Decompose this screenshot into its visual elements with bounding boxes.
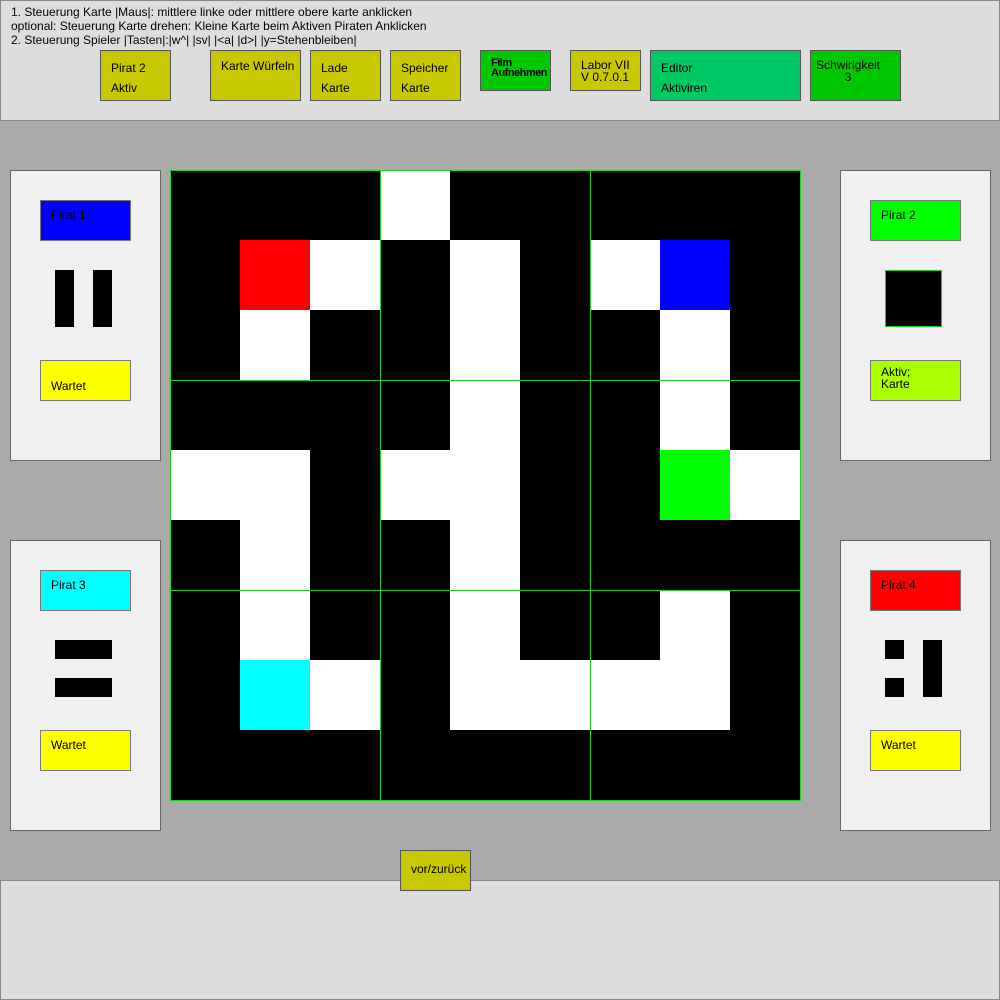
instruction-line-3: 2. Steuerung Spieler |Tasten|:|w^| |sv| … [11,33,357,47]
pirate-3-token [240,660,310,730]
pirate-1-token [660,240,730,310]
path-cell [590,240,660,310]
card-border-horizontal [170,590,801,591]
save-card-button[interactable]: Speicher Karte [390,50,461,101]
editor-activate-button[interactable]: Editor Aktiviren [650,50,801,101]
player-status-1: Wartet [40,360,131,401]
player-card-icon-2[interactable] [885,270,942,327]
game-board[interactable] [170,170,801,801]
pirate-2-token [660,450,730,520]
path-cell [450,660,520,730]
path-cell [240,520,310,590]
path-cell [310,660,380,730]
player-name-1: Pirat 1 [40,200,131,241]
path-cell [450,380,520,450]
path-cell [450,240,520,310]
roll-card-button[interactable]: Karte Würfeln [210,50,301,101]
path-cell [450,450,520,520]
path-cell [240,310,310,380]
path-cell [450,590,520,660]
card-border-horizontal [170,800,801,801]
prev-next-button[interactable]: vor/zurück [400,850,471,891]
difficulty-button[interactable]: Schwirigkeit 3 [810,50,901,101]
card-border-horizontal [170,170,801,171]
load-card-button[interactable]: Lade Karte [310,50,381,101]
path-cell [450,310,520,380]
path-cell [730,450,800,520]
path-cell [450,520,520,590]
path-cell [590,660,660,730]
path-cell [240,590,310,660]
labor-version-button[interactable]: Labor VII V 0.7.0.1 [570,50,641,91]
player-name-3: Pirat 3 [40,570,131,611]
path-cell [380,170,450,240]
instructions: 1. Steuerung Karte |Maus|: mittlere link… [11,5,427,47]
player-card-icon-1[interactable] [55,270,112,327]
player-card-icon-4[interactable] [885,640,942,697]
player-status-3: Wartet [40,730,131,771]
player-card-icon-3[interactable] [55,640,112,697]
path-cell [310,240,380,310]
bottom-panel [0,880,1000,1000]
path-cell [660,310,730,380]
path-cell [520,660,590,730]
active-pirate-button[interactable]: Pirat 2 Aktiv [100,50,171,101]
path-cell [660,660,730,730]
player-status-4: Wartet [870,730,961,771]
record-film-button[interactable]: Film Aufnehmen [480,50,551,91]
path-cell [240,450,310,520]
pirate-4-token [240,240,310,310]
card-border-vertical [170,170,171,801]
path-cell [380,450,450,520]
player-name-2: Pirat 2 [870,200,961,241]
path-cell [170,450,240,520]
instruction-line-1: 1. Steuerung Karte |Maus|: mittlere link… [11,5,413,19]
path-cell [660,380,730,450]
card-border-vertical [800,170,801,801]
card-border-horizontal [170,380,801,381]
path-cell [660,590,730,660]
card-border-vertical [590,170,591,801]
instruction-line-2: optional: Steuerung Karte drehen: Kleine… [11,19,427,33]
player-name-4: Pirat 4 [870,570,961,611]
card-border-vertical [380,170,381,801]
player-status-2: Aktiv; Karte [870,360,961,401]
